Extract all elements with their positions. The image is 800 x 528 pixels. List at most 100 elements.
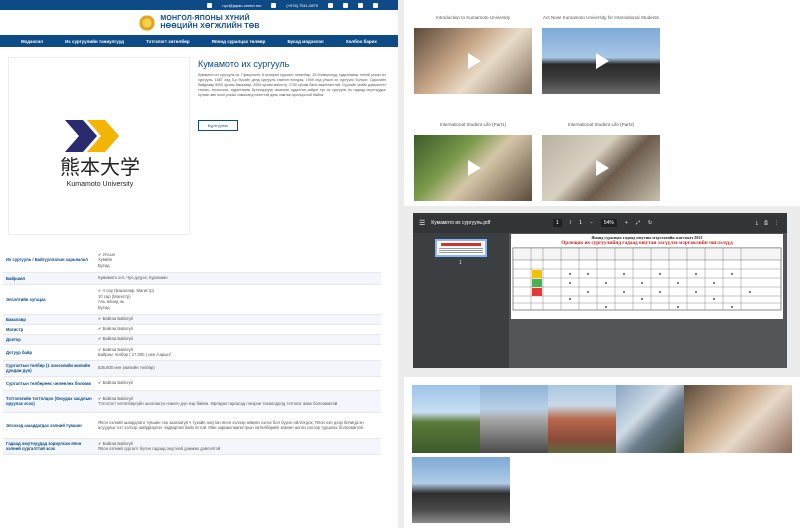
- topbar-email[interactable]: nyc@japan-center.mn: [222, 3, 261, 8]
- zoom-in-button[interactable]: +: [625, 220, 628, 226]
- video-caption: Introduction to Kumamoto University: [435, 15, 511, 20]
- row-key: Бакалавр: [3, 314, 95, 325]
- page-current[interactable]: 1: [553, 219, 562, 227]
- page-thumbnail[interactable]: [435, 239, 487, 257]
- zoom-level[interactable]: 54%: [600, 219, 617, 227]
- value-line: Бусад: [98, 304, 110, 310]
- topbar-phone[interactable]: (+976) 7511-0879: [286, 3, 318, 8]
- table-row: Сургалтын төлбөрөөс чөлөөлөх боломж ✔ Ба…: [3, 376, 381, 391]
- pdf-page-controls: 1 / 1 − 54% + ⤢ ↻: [553, 219, 652, 227]
- row-value: ✔ Байгаа Байхгүй: [95, 334, 381, 345]
- nav-item-contact[interactable]: Холбоо барих: [346, 39, 377, 44]
- logo-kanji: 熊本大学: [60, 155, 140, 179]
- row-value: ✔ Байгаа Байхгүй Тэтгэлэгт хөтөлбөргүйн …: [95, 390, 381, 413]
- main-nav: Мэдээлэл Их сургуулийн таниулгууд Тэтгэл…: [0, 35, 398, 47]
- rotate-icon[interactable]: ↻: [648, 220, 652, 226]
- logo-line-2: НӨӨЦИЙН ХӨГЖЛИЙН ТӨВ: [160, 22, 260, 30]
- nav-item-other-info[interactable]: Бусад мэдээлэл: [287, 39, 323, 44]
- table-row: Элсэлтийн хугацаа ✔ 4 сар (Бакалавр, Маг…: [3, 284, 381, 315]
- row-key: Элсэлтийн хугацаа: [3, 284, 95, 315]
- video-card[interactable]: Act Now! Kumamoto University for Interna…: [542, 8, 660, 94]
- pdf-page: Японд суралцах гадаад оюутны мэдээллийн …: [511, 234, 783, 319]
- nav-item-news[interactable]: Мэдээлэл: [21, 39, 43, 44]
- university-info-table: Их сургууль / Байгууллагын харьяалал ✔ У…: [3, 248, 381, 455]
- video-thumbnail[interactable]: [414, 135, 532, 201]
- row-value: ✔ Улсын Хувийн Бусад: [95, 248, 381, 273]
- university-hero: 熊本大学 Kumamoto University Кумамото их сур…: [0, 53, 398, 243]
- register-button[interactable]: Бүртгүүлэх: [198, 120, 238, 131]
- table-row: Доктор ✔ Байгаа Байхгүй: [3, 334, 381, 345]
- more-icon[interactable]: ⋮: [774, 220, 779, 226]
- row-key: Магистр: [3, 324, 95, 335]
- print-icon[interactable]: ⎙: [764, 220, 768, 226]
- nav-item-scholarships[interactable]: Тэтгэлэгт хөтөлбөр: [146, 39, 190, 44]
- campus-photo[interactable]: [480, 385, 548, 453]
- play-icon[interactable]: [468, 160, 481, 176]
- campus-photo[interactable]: [684, 385, 792, 453]
- pdf-grid-table: [512, 247, 782, 311]
- table-row: Дотуур байр ✔ Байгаа Байхгүй Байрны төлб…: [3, 344, 381, 361]
- video-thumbnail[interactable]: [542, 28, 660, 94]
- row-key: Доктор: [3, 334, 95, 345]
- twitter-icon[interactable]: [343, 2, 348, 8]
- menu-icon[interactable]: ☰: [419, 219, 425, 227]
- video-thumbnail[interactable]: [542, 135, 660, 201]
- table-row: Гадаад оюутнуудад зориулсан япон хэлний …: [3, 438, 381, 455]
- phone-icon: [271, 2, 277, 8]
- email-icon: [207, 2, 213, 8]
- video-gallery: Introduction to Kumamoto University Act …: [404, 0, 800, 206]
- row-key: Тэтгэлэгийн тогтолцоо (Оюудах засдлын ор…: [3, 390, 95, 413]
- row-value: ✔ 4 сар (Бакалавр, Магистр) 10 сар (Маги…: [95, 284, 381, 315]
- nav-item-study-in-japan[interactable]: Японд суралцах төлөвр: [212, 39, 266, 44]
- row-key: Байршил: [3, 272, 95, 285]
- row-key: Сургалтын төлбөрөөс чөлөөлөх боломж: [3, 376, 95, 391]
- video-card[interactable]: Introduction to Kumamoto University: [414, 8, 532, 94]
- video-card[interactable]: International Student Life (Part1): [414, 115, 532, 201]
- youtube-icon[interactable]: [373, 2, 378, 8]
- row-key: Элсэхэд шаардагдах хэлний түвшин: [3, 412, 95, 439]
- zoom-out-button[interactable]: −: [590, 220, 593, 226]
- university-description: Кумамото их сургууль нь 7 факультет, 6 а…: [198, 73, 386, 97]
- nav-item-universities[interactable]: Их сургуулийн таниулгууд: [65, 39, 124, 44]
- photo-gallery: [404, 377, 800, 528]
- video-card[interactable]: International Student Life (Part2): [542, 115, 660, 201]
- play-icon[interactable]: [596, 160, 609, 176]
- university-page: nyc@japan-center.mn (+976) 7511-0879 МОН…: [0, 0, 398, 528]
- pdf-viewer: ☰ Кумамото их сургууль.pdf 1 / 1 − 54% +…: [413, 213, 787, 368]
- pdf-thumbnail-sidebar: 1: [413, 233, 509, 368]
- pdf-filename: Кумамото их сургууль.pdf: [431, 220, 491, 226]
- facebook-icon[interactable]: [328, 2, 333, 8]
- logo-emblem-icon: [138, 13, 157, 32]
- play-icon[interactable]: [468, 53, 481, 69]
- pdf-actions: ⤓ ⎙ ⋮: [756, 220, 779, 226]
- logo-english: Kumamoto University: [67, 181, 134, 188]
- value-line: Япон хэлний сургалт бүлэн гадаад оюутнаб…: [98, 446, 221, 451]
- table-row: Сургалтын төлбөр (1 хичээлийн жилийн дун…: [3, 360, 381, 377]
- university-title: Кумамото их сургууль: [198, 59, 290, 69]
- download-icon[interactable]: ⤓: [756, 220, 758, 226]
- row-value: ✔ Байгаа Байхгүй Япон хэлний сургалт бүл…: [95, 438, 381, 455]
- campus-photo[interactable]: [412, 385, 480, 453]
- instagram-icon[interactable]: [358, 2, 363, 8]
- row-value: 535,800 иен (жилийн төлбөр): [95, 360, 381, 377]
- logo-line-1: МОНГОЛ-ЯПОНЫ ХҮНИЙ: [160, 14, 250, 22]
- contact-topbar: nyc@japan-center.mn (+976) 7511-0879: [0, 0, 398, 10]
- campus-photo[interactable]: [412, 457, 510, 523]
- play-icon[interactable]: [596, 53, 609, 69]
- video-thumbnail[interactable]: [414, 28, 532, 94]
- row-value: ✔ Байгаа Байхгүй Байрны төлбөр ( 17,000 …: [95, 344, 381, 361]
- value-line: Бусад: [98, 262, 110, 268]
- fit-page-icon[interactable]: ⤢: [636, 220, 640, 226]
- table-row: Их сургууль / Байгууллагын харьяалал ✔ У…: [3, 248, 381, 273]
- page-total: 1: [579, 220, 582, 226]
- campus-photo[interactable]: [548, 385, 616, 453]
- video-caption: Act Now! Kumamoto University for Interna…: [543, 15, 659, 20]
- thumbnail-page-number: 1: [459, 260, 462, 266]
- table-row: Магистр ✔ Байгаа Байхгүй: [3, 324, 381, 335]
- campus-photo[interactable]: [616, 385, 684, 453]
- university-logo: 熊本大学 Kumamoto University: [8, 57, 190, 235]
- site-logo[interactable]: МОНГОЛ-ЯПОНЫ ХҮНИЙ НӨӨЦИЙН ХӨГЖЛИЙН ТӨВ: [0, 10, 398, 35]
- row-value: Кумамото хот, Чуо дүүрэг, Курокамн: [95, 272, 381, 285]
- row-key: Дотуур байр: [3, 344, 95, 361]
- table-row: Элсэхэд шаардагдах хэлний түвшин Япон хэ…: [3, 412, 381, 439]
